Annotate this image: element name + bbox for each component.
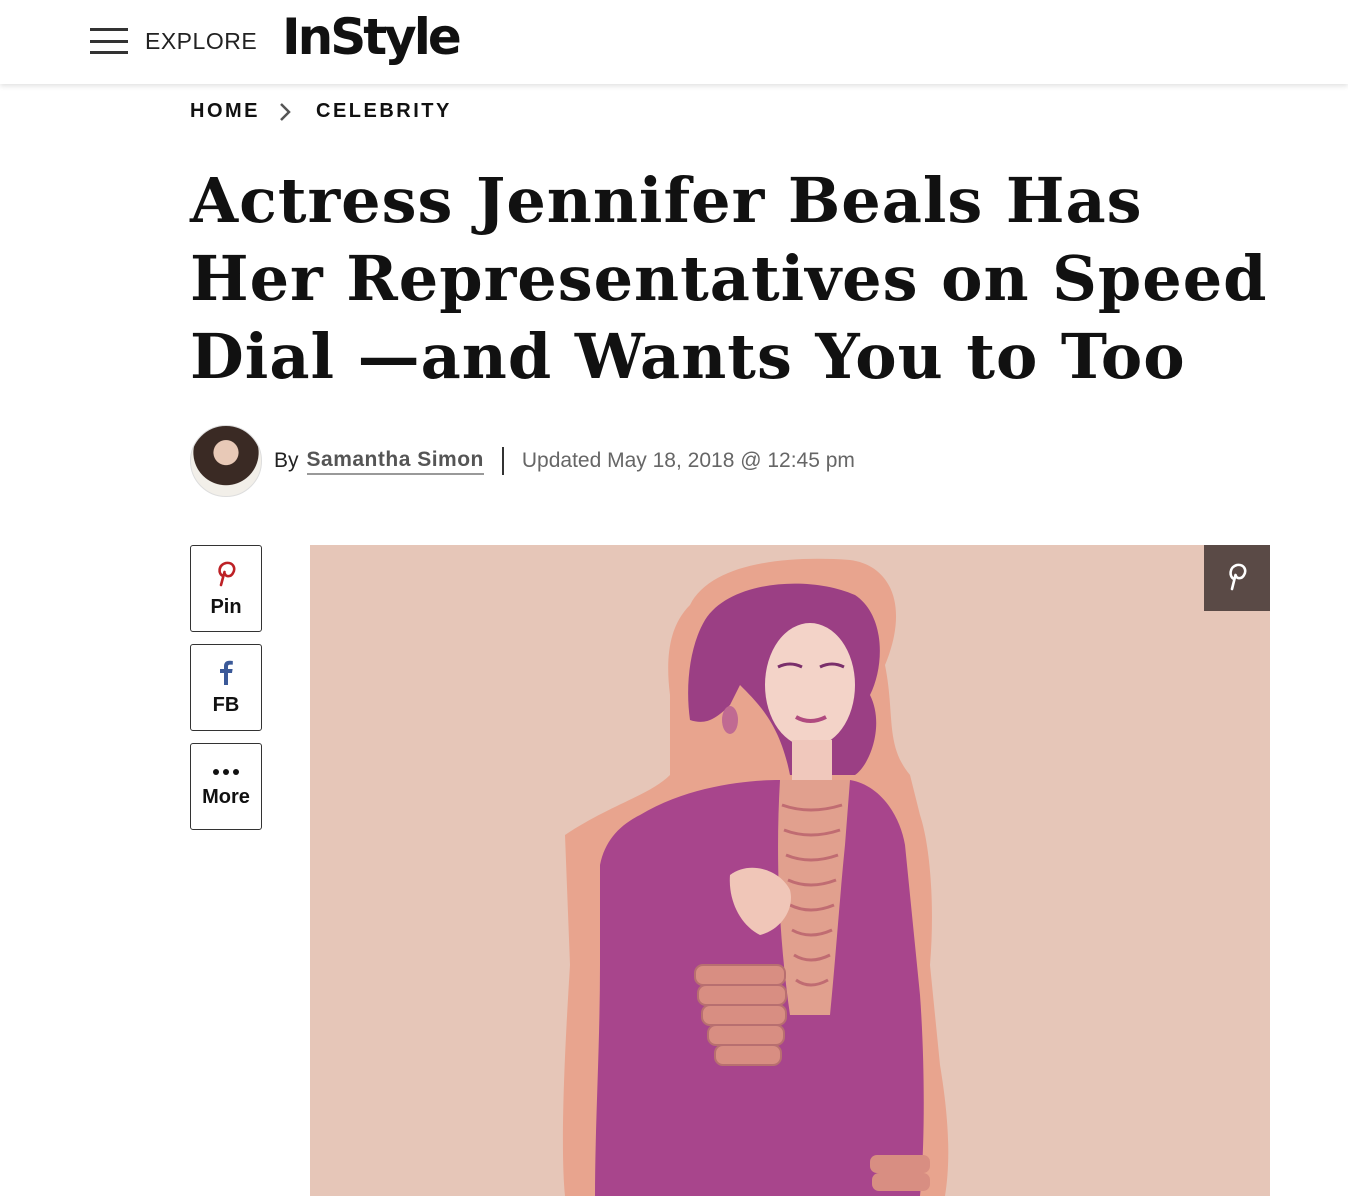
share-pin-label: Pin: [210, 595, 242, 618]
article-headline: Actress Jennifer Beals Has Her Represent…: [190, 164, 1268, 393]
byline-divider: [501, 447, 504, 475]
hero-illustration: [310, 545, 1270, 1196]
hamburger-icon[interactable]: [90, 28, 128, 54]
author-link[interactable]: Samantha Simon: [306, 448, 484, 475]
hero-pin-button[interactable]: [1204, 545, 1270, 611]
byline: By Samantha Simon Updated May 18, 2018 @…: [190, 425, 855, 497]
facebook-icon: [218, 659, 234, 690]
share-more-label: More: [202, 786, 250, 808]
breadcrumb-celebrity-link[interactable]: CELEBRITY: [316, 100, 452, 123]
pinterest-icon: [1225, 561, 1249, 596]
instyle-logo[interactable]: InStyle: [282, 8, 462, 66]
updated-date: Updated May 18, 2018 @ 12:45 pm: [521, 449, 855, 472]
share-pin-button[interactable]: Pin: [190, 545, 262, 632]
breadcrumb-home-link[interactable]: HOME: [190, 100, 260, 123]
chevron-right-icon: [278, 102, 298, 122]
breadcrumb: HOME CELEBRITY: [190, 100, 452, 123]
byline-prefix: By: [274, 449, 299, 472]
site-header: EXPLORE InStyle: [0, 0, 1348, 84]
share-facebook-label: FB: [212, 693, 240, 716]
author-avatar[interactable]: [190, 425, 262, 497]
pinterest-icon: [214, 559, 238, 592]
explore-button[interactable]: EXPLORE: [145, 28, 257, 55]
ellipsis-icon: [212, 764, 240, 782]
share-more-button[interactable]: More: [190, 743, 262, 830]
share-facebook-button[interactable]: FB: [190, 644, 262, 731]
hero-image[interactable]: [310, 545, 1270, 1196]
